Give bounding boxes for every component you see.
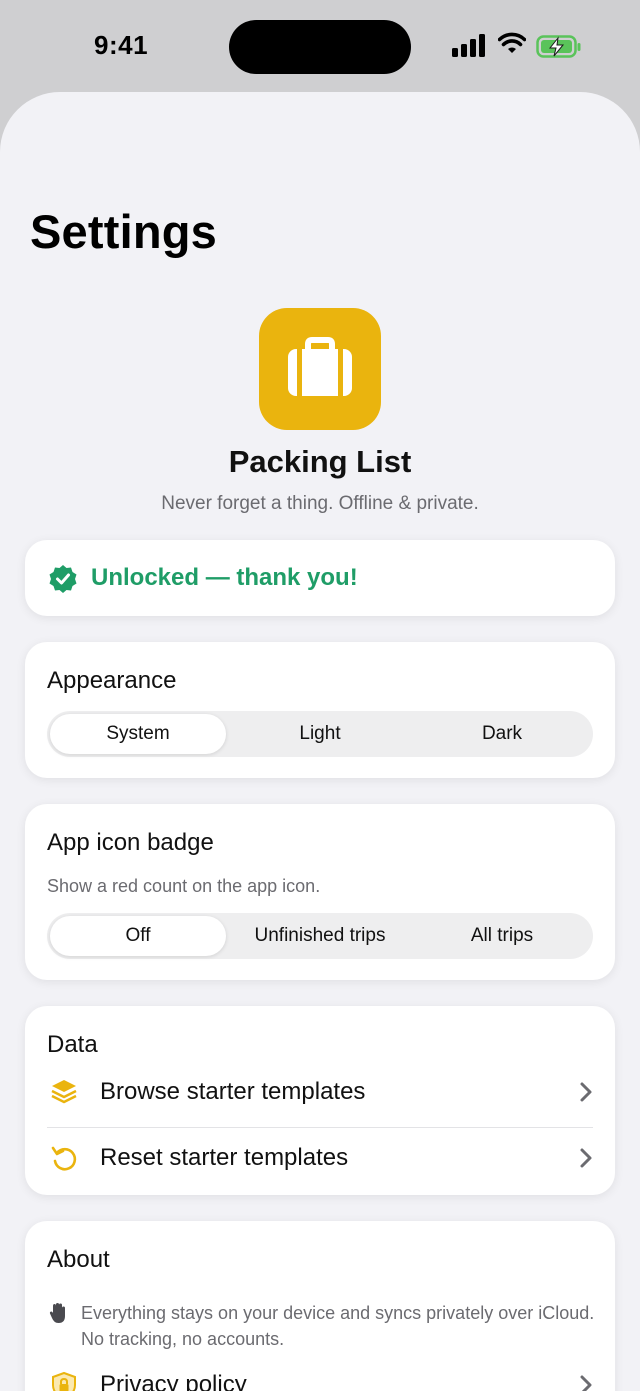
lock-shield-icon (52, 1371, 76, 1391)
badge-title: App icon badge (47, 829, 214, 856)
layers-icon (51, 1080, 77, 1104)
suitcase-icon (288, 337, 352, 396)
about-title: About (47, 1246, 110, 1273)
status-bar: 9:41 (0, 0, 640, 92)
chevron-right-icon (580, 1082, 592, 1102)
page-title: Settings (30, 205, 218, 258)
badge-option-off[interactable]: Off (50, 916, 226, 956)
hand-icon (49, 1303, 65, 1323)
wifi-icon (498, 32, 526, 53)
unlocked-card: Unlocked — thank you! (25, 540, 615, 616)
app-icon-badge-card: App icon badge Show a red count on the a… (25, 804, 615, 980)
status-time: 9:41 (94, 30, 149, 60)
chevron-right-icon (580, 1375, 592, 1391)
cellular-signal-icon (452, 33, 488, 57)
badge-option-unfinished-trips[interactable]: Unfinished trips (232, 916, 408, 956)
badge-segmented-control: Off Unfinished trips All trips (47, 913, 593, 959)
data-card: Data Browse starter templates Reset star… (25, 1006, 615, 1195)
settings-sheet: Settings Packing List Never forget a thi… (0, 92, 640, 1391)
dynamic-island (229, 20, 411, 74)
browse-starter-templates-label: Browse starter templates (100, 1078, 366, 1105)
badge-subtitle: Show a red count on the app icon. (47, 876, 321, 896)
reset-starter-templates-label: Reset starter templates (100, 1144, 349, 1171)
data-title: Data (47, 1031, 98, 1058)
badge-option-all-trips[interactable]: All trips (414, 916, 590, 956)
appearance-option-system[interactable]: System (50, 714, 226, 754)
verified-badge-icon (49, 565, 77, 593)
privacy-policy-row[interactable]: Privacy policy (47, 1355, 593, 1391)
reset-icon (51, 1146, 77, 1171)
appearance-option-light[interactable]: Light (232, 714, 408, 754)
unlocked-label: Unlocked — thank you! (91, 564, 358, 591)
appearance-card: Appearance System Light Dark (25, 642, 615, 778)
reset-starter-templates-row[interactable]: Reset starter templates (47, 1128, 593, 1188)
app-icon (259, 308, 381, 430)
about-card: About Everything stays on your device an… (25, 1221, 615, 1391)
browse-starter-templates-row[interactable]: Browse starter templates (47, 1062, 593, 1122)
chevron-right-icon (580, 1148, 592, 1168)
appearance-option-dark[interactable]: Dark (414, 714, 590, 754)
appearance-segmented-control: System Light Dark (47, 711, 593, 757)
appearance-title: Appearance (47, 667, 177, 694)
privacy-policy-label: Privacy policy (100, 1371, 247, 1391)
app-tagline: Never forget a thing. Offline & private. (161, 493, 479, 514)
app-name: Packing List (228, 444, 412, 479)
about-note: Everything stays on your device and sync… (81, 1303, 595, 1349)
battery-charging-icon (536, 35, 581, 58)
